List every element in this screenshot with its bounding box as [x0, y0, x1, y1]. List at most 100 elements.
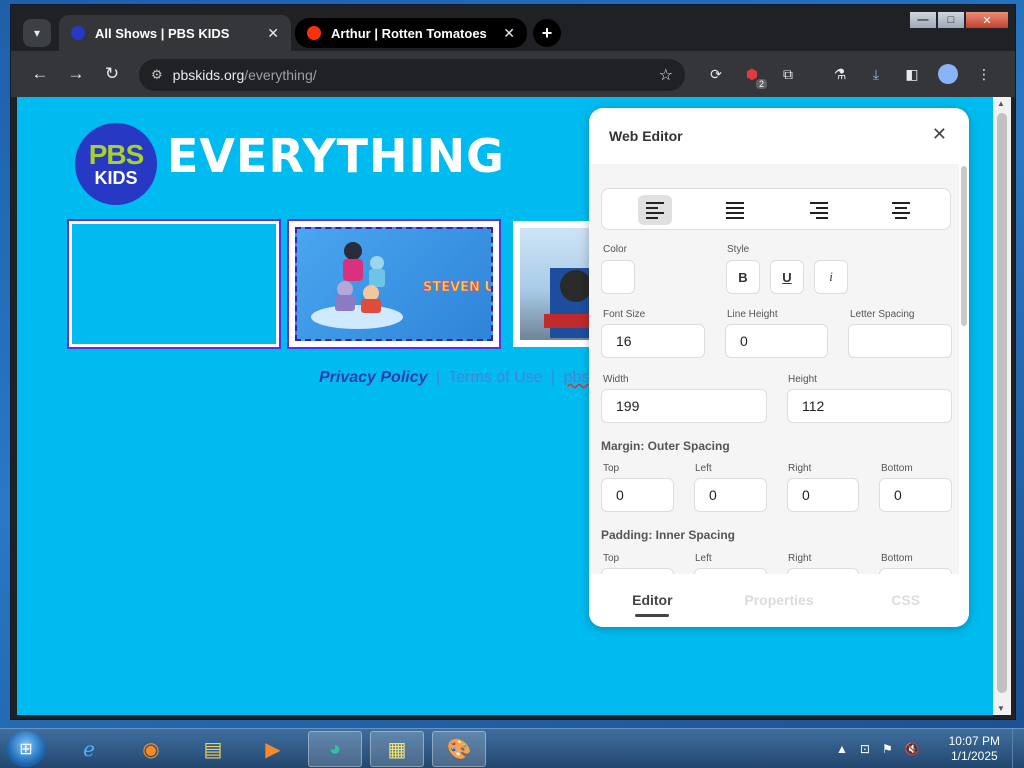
labs-flask-icon[interactable]: ⚗ [829, 63, 851, 85]
back-button[interactable]: ← [27, 61, 53, 87]
side-panel-icon[interactable]: ◧ [901, 63, 923, 85]
taskbar-media-player-icon[interactable]: ▶ [246, 731, 300, 767]
margin-left-label: Left [695, 463, 712, 474]
arrow-right-icon: → [67, 64, 85, 83]
editor-body: Color Style B U i Font Size Line Height … [589, 164, 959, 574]
privacy-policy-link[interactable]: Privacy Policy [319, 369, 428, 386]
color-label: Color [603, 244, 627, 255]
tab-properties[interactable]: Properties [716, 574, 843, 627]
footer-links: Privacy Policy | Terms of Use | pbskid [319, 369, 610, 387]
margin-top-input[interactable]: 0 [601, 478, 674, 512]
editor-tabs: Editor Properties CSS [589, 574, 969, 627]
taskbar-ie-icon[interactable]: ℯ [62, 731, 116, 767]
tab-search-button[interactable]: ▾ [23, 19, 51, 47]
pbs-kids-logo[interactable]: PBS KIDS [75, 123, 157, 205]
footer-separator: | [435, 369, 441, 386]
start-button[interactable]: ⊞ [6, 731, 46, 767]
close-editor-icon[interactable]: ✕ [932, 124, 947, 145]
underline-button[interactable]: U [770, 260, 804, 294]
align-justify-button[interactable] [718, 195, 752, 225]
show-art-title: STEVEN UNIVERSE [423, 280, 493, 295]
taskbar-explorer-icon[interactable]: ▤ [186, 731, 240, 767]
extension-sync-icon[interactable]: ⟳ [705, 63, 727, 85]
margin-section-title: Margin: Outer Spacing [601, 439, 730, 453]
margin-top-label: Top [603, 463, 620, 474]
margin-bottom-label: Bottom [881, 463, 913, 474]
chevron-down-icon: ▾ [33, 26, 41, 40]
padding-section-title: Padding: Inner Spacing [601, 528, 736, 542]
scroll-up-icon[interactable]: ▲ [997, 99, 1005, 108]
terms-of-use-link[interactable]: Terms of Use [448, 369, 542, 386]
margin-bottom-input[interactable]: 0 [879, 478, 952, 512]
style-label: Style [727, 244, 750, 255]
tomato-favicon-icon [307, 26, 321, 40]
downloads-icon[interactable]: ⤓ [865, 63, 887, 85]
text-align-group [601, 188, 951, 230]
font-size-label: Font Size [603, 309, 646, 320]
site-info-icon[interactable]: ⚙ [151, 67, 163, 83]
show-card-steven-universe[interactable]: STEVEN UNIVERSE [287, 219, 501, 349]
padding-left-label: Left [695, 553, 712, 564]
tab-css[interactable]: CSS [842, 574, 969, 627]
taskbar-clock[interactable]: 10:07 PM 1/1/2025 [949, 734, 1000, 764]
tab-strip: ▾ All Shows | PBS KIDS ✕ Arthur | Rotten… [11, 5, 1015, 57]
page-scrollbar[interactable]: ▲ ▼ [993, 97, 1011, 715]
color-swatch[interactable] [601, 260, 635, 294]
extension-ublock-icon[interactable]: ⬢ 2 [741, 63, 767, 89]
align-left-button[interactable] [638, 195, 672, 225]
line-height-input[interactable]: 0 [725, 324, 828, 358]
scrollbar-thumb[interactable] [997, 113, 1007, 693]
forward-button[interactable]: → [63, 61, 89, 87]
clock-date: 1/1/2025 [950, 749, 998, 763]
height-input[interactable]: 112 [787, 389, 952, 423]
close-tab-icon[interactable]: ✕ [267, 25, 279, 42]
tray-expand-icon[interactable]: ▲ [836, 742, 848, 756]
taskbar-app-active-icon[interactable]: ◕ [308, 731, 362, 767]
taskbar-paint-icon[interactable]: 🎨 [432, 731, 486, 767]
bold-button[interactable]: B [726, 260, 760, 294]
action-center-flag-icon[interactable]: ⚑ [882, 742, 893, 756]
menu-kebab-icon[interactable]: ⋮ [973, 63, 995, 85]
extension-badge: 2 [755, 79, 767, 89]
padding-top-label: Top [603, 553, 620, 564]
letter-spacing-input[interactable] [848, 324, 952, 358]
editor-scrollbar-thumb[interactable] [961, 166, 967, 326]
tab-rotten-tomatoes[interactable]: Arthur | Rotten Tomatoes ✕ [295, 18, 527, 48]
bookmark-star-icon[interactable]: ☆ [659, 65, 673, 85]
italic-button[interactable]: i [814, 260, 848, 294]
font-size-input[interactable]: 16 [601, 324, 705, 358]
tab-title: All Shows | PBS KIDS [95, 25, 230, 41]
tab-editor[interactable]: Editor [589, 574, 716, 627]
padding-bottom-label: Bottom [881, 553, 913, 564]
close-tab-icon[interactable]: ✕ [503, 25, 515, 42]
show-thumbnail: STEVEN UNIVERSE [295, 227, 493, 341]
align-center-button[interactable] [884, 195, 918, 225]
extensions-puzzle-icon[interactable]: ⧉ [777, 63, 799, 85]
reload-button[interactable]: ↻ [99, 61, 125, 87]
show-card-empty[interactable] [67, 219, 281, 349]
editor-header: Web Editor [589, 108, 969, 164]
logo-kids-text: KIDS [94, 168, 138, 188]
browser-toolbar: ← → ↻ ⚙ pbskids.org/everything/ ☆ ⟳ ⬢ 2 ⧉… [11, 51, 1015, 97]
tab-pbs-kids[interactable]: All Shows | PBS KIDS ✕ [59, 15, 291, 51]
new-tab-button[interactable]: + [533, 19, 561, 47]
url-host: pbskids.org [172, 67, 245, 83]
arrow-left-icon: ← [31, 64, 49, 83]
address-bar[interactable]: ⚙ pbskids.org/everything/ ☆ [139, 59, 685, 91]
tab-title: Arthur | Rotten Tomatoes [331, 25, 487, 41]
taskbar-sticky-notes-icon[interactable]: ▦ [370, 731, 424, 767]
taskbar-firefox-icon[interactable]: ◉ [124, 731, 178, 767]
height-label: Height [788, 374, 817, 385]
scroll-down-icon[interactable]: ▼ [997, 704, 1005, 713]
volume-muted-icon[interactable]: 🔇 [905, 742, 920, 756]
url-path: /everything/ [244, 67, 317, 83]
logo-pbs-text: PBS [88, 139, 145, 170]
width-input[interactable]: 199 [601, 389, 767, 423]
show-desktop-button[interactable] [1012, 729, 1024, 768]
profile-avatar-icon[interactable] [937, 63, 959, 85]
steven-universe-art: STEVEN UNIVERSE [311, 242, 493, 329]
margin-right-input[interactable]: 0 [787, 478, 859, 512]
align-right-button[interactable] [802, 195, 836, 225]
network-icon[interactable]: ⊡ [860, 742, 870, 756]
margin-left-input[interactable]: 0 [694, 478, 767, 512]
